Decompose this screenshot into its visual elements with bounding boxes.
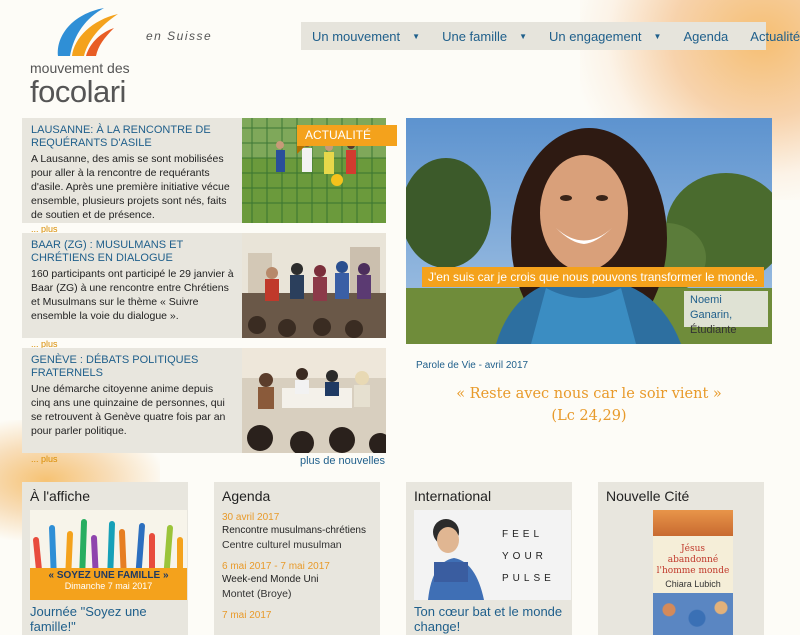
box-a-l-affiche: À l'affiche « SOYEZ UNE FAMILLE » Dimanc… (22, 482, 188, 635)
nav-item-un-engagement[interactable]: Un engagement ▼ (538, 29, 672, 44)
book-author: Chiara Lubich (665, 579, 721, 589)
nav-item-label: Actualité (750, 28, 800, 44)
nav-item-un-mouvement[interactable]: Un mouvement ▼ (301, 29, 431, 44)
news-excerpt: Une démarche citoyenne anime depuis cinq… (31, 383, 226, 437)
news-text-panel: GENÈVE : DÉBATS POLITIQUES FRATERNELS Un… (22, 348, 242, 464)
main-nav: Un mouvement ▼ Une famille ▼ Un engageme… (301, 22, 800, 50)
caret-down-icon: ▼ (519, 31, 528, 41)
news-item[interactable]: GENÈVE : DÉBATS POLITIQUES FRATERNELS Un… (22, 348, 386, 464)
caret-down-icon: ▼ (412, 31, 421, 41)
agenda-event-place: Montet (Broye) (222, 588, 292, 600)
parole-de-vie-quote[interactable]: « Reste avec nous car le soir vient » (L… (406, 383, 772, 427)
site-tagline: en Suisse (146, 29, 213, 43)
box-title: International (414, 488, 492, 504)
book-cover-image[interactable]: Jésus abandonné l'homme monde Chiara Lub… (653, 510, 733, 635)
agenda-date: 7 mai 2017 (222, 610, 272, 621)
news-excerpt: 160 participants ont participé le 29 jan… (31, 268, 234, 322)
logo-text-line2: focolari (30, 74, 126, 109)
box-title: Agenda (222, 488, 271, 504)
book-cover-crowd (653, 593, 733, 635)
nav-item-actualite[interactable]: Actualité (739, 29, 800, 44)
hero-author-card: Noemi Ganarin, Étudiante (684, 291, 768, 336)
box-title: Nouvelle Cité (606, 488, 690, 504)
parole-quote-line1: « Reste avec nous car le soir vient » (456, 386, 722, 402)
news-text-panel: BAAR (ZG) : MUSULMANS ET CHRÉTIENS EN DI… (22, 233, 242, 349)
news-item[interactable]: BAAR (ZG) : MUSULMANS ET CHRÉTIENS EN DI… (22, 233, 386, 349)
book-title: Jésus abandonné l'homme monde (656, 544, 730, 576)
book-cover-top (653, 510, 733, 536)
box-agenda: Agenda 30 avril 2017 Rencontre musulmans… (214, 482, 380, 635)
affiche-banner-image[interactable]: « SOYEZ UNE FAMILLE » Dimanche 7 mai 201… (30, 510, 187, 600)
news-list: LAUSANNE: À LA RENCONTRE DE REQUÉRANTS D… (22, 118, 386, 464)
news-title[interactable]: LAUSANNE: À LA RENCONTRE DE REQUÉRANTS D… (31, 124, 234, 150)
box-international: International FEEL YOUR PULSE Ton cœur b… (406, 482, 572, 635)
news-text-panel: LAUSANNE: À LA RENCONTRE DE REQUÉRANTS D… (22, 118, 242, 234)
box-title: À l'affiche (30, 488, 91, 504)
news-title[interactable]: GENÈVE : DÉBATS POLITIQUES FRATERNELS (31, 354, 234, 380)
news-title[interactable]: BAAR (ZG) : MUSULMANS ET CHRÉTIENS EN DI… (31, 239, 234, 265)
agenda-event-place: Centre culturel musulman (222, 539, 342, 551)
nav-item-label: Agenda (683, 28, 729, 44)
nav-item-une-famille[interactable]: Une famille ▼ (431, 29, 538, 44)
caret-down-icon: ▼ (653, 31, 662, 41)
agenda-date: 6 mai 2017 - 7 mai 2017 (222, 561, 330, 572)
agenda-event-name: Rencontre musulmans-chrétiens (222, 525, 366, 536)
box-nouvelle-cite: Nouvelle Cité Jésus abandonné l'homme mo… (598, 482, 764, 635)
nav-item-label: Un mouvement (312, 28, 401, 44)
international-caption-link[interactable]: Ton cœur bat et le monde change! (414, 604, 564, 634)
news-more-link[interactable]: ... plus (31, 454, 58, 464)
parole-de-vie-label[interactable]: Parole de Vie - avril 2017 (416, 360, 528, 371)
more-news-link[interactable]: plus de nouvelles (300, 455, 385, 467)
hero-quote: J'en suis car je crois que nous pouvons … (422, 267, 764, 287)
news-photo-debate-group[interactable] (242, 348, 386, 453)
affiche-banner-text: « SOYEZ UNE FAMILLE » (48, 570, 169, 581)
affiche-banner-strip: « SOYEZ UNE FAMILLE » Dimanche 7 mai 201… (30, 568, 187, 600)
nav-item-agenda[interactable]: Agenda (672, 29, 739, 44)
agenda-event[interactable]: 6 mai 2017 - 7 mai 2017 Week-end Monde U… (222, 561, 372, 602)
hero-author-role: Étudiante (690, 324, 737, 336)
affiche-caption-link[interactable]: Journée "Soyez une famille!" (30, 604, 180, 634)
agenda-event-name: Week-end Monde Uni (222, 574, 319, 585)
hero-author-name: Noemi Ganarin, (690, 294, 733, 321)
poster-text: FEEL YOUR PULSE (502, 529, 555, 584)
agenda-event[interactable]: 7 mai 2017 (222, 610, 372, 621)
news-photo-dialogue-panel[interactable] (242, 233, 386, 338)
agenda-event[interactable]: 30 avril 2017 Rencontre musulmans-chréti… (222, 512, 372, 553)
news-excerpt: A Lausanne, des amis se sont mobilisées … (31, 153, 230, 221)
nav-item-label: Un engagement (549, 28, 642, 44)
parole-quote-line2: (Lc 24,29) (551, 408, 627, 424)
focolari-logo-icon (57, 8, 118, 56)
international-poster-image[interactable]: FEEL YOUR PULSE (414, 510, 571, 600)
actualite-tag: ACTUALITÉ (297, 125, 397, 154)
agenda-date: 30 avril 2017 (222, 512, 280, 523)
affiche-banner-date: Dimanche 7 mai 2017 (64, 581, 153, 591)
nav-item-label: Une famille (442, 28, 508, 44)
site-logo[interactable]: mouvement des focolari (30, 6, 150, 109)
